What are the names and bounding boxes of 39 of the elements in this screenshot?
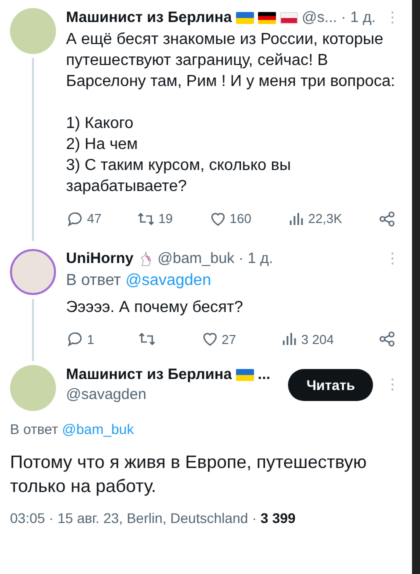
flag-icon bbox=[258, 12, 276, 24]
ellipsis: ... bbox=[258, 365, 270, 385]
retweet-count: 19 bbox=[158, 210, 173, 228]
heart-icon[interactable] bbox=[200, 330, 219, 348]
flag-icon bbox=[236, 12, 254, 24]
timestamp: 03:05 · 15 авг. 23, Berlin, Deutschland · bbox=[10, 510, 257, 526]
author-handle: @savagden bbox=[66, 385, 148, 405]
reply-count: 1 bbox=[87, 330, 94, 348]
views-count: 3 204 bbox=[301, 330, 334, 348]
flag-icon bbox=[236, 369, 254, 381]
tweet-text: Эээээ. А почему бесят? bbox=[66, 298, 244, 318]
reply-to-label: В ответ bbox=[66, 272, 122, 288]
mention-link[interactable]: @bam_buk bbox=[62, 421, 134, 437]
reply-icon[interactable] bbox=[66, 330, 84, 348]
tweet-text: Потому что я живя в Европе, путешествую только на работу. bbox=[10, 451, 368, 498]
more-button[interactable]: ⋮ bbox=[385, 248, 400, 268]
author-name: Машинист из Берлина bbox=[66, 365, 232, 385]
mention-link[interactable]: @savagden bbox=[125, 272, 212, 288]
tweet-text: А ещё бесят знакомые из России, которые путешествуют заграницу, сейчас! В Барселону там, Рим ! И у меня три вопроса: bbox=[66, 30, 396, 92]
tweet-text: 1) Какого 2) На чем 3) С таким курсом, сколько вы зарабатываете? bbox=[66, 114, 292, 197]
author-name: UniHorny bbox=[66, 248, 134, 268]
more-button[interactable]: ⋮ bbox=[385, 375, 400, 395]
more-button[interactable]: ⋮ bbox=[385, 8, 400, 28]
share-icon[interactable] bbox=[378, 330, 396, 348]
reply-count: 47 bbox=[87, 210, 102, 228]
reply-icon[interactable] bbox=[66, 210, 84, 228]
author-name: Машинист из Берлина bbox=[66, 8, 232, 28]
like-count: 160 bbox=[230, 210, 252, 228]
view-count: 3 399 bbox=[260, 510, 296, 526]
reply-to-label: В ответ bbox=[10, 421, 58, 437]
author-handle: @s... bbox=[302, 8, 338, 28]
follow-button[interactable]: Читать bbox=[288, 369, 373, 401]
share-icon[interactable] bbox=[378, 210, 396, 228]
like-count: 27 bbox=[222, 330, 236, 348]
flag-icon bbox=[280, 12, 298, 24]
post-time: · 1 д. bbox=[341, 8, 376, 28]
post-time: · 1 д. bbox=[238, 248, 274, 268]
views-count: 22,3K bbox=[308, 210, 342, 228]
author-handle: @bam_buk bbox=[158, 248, 234, 268]
